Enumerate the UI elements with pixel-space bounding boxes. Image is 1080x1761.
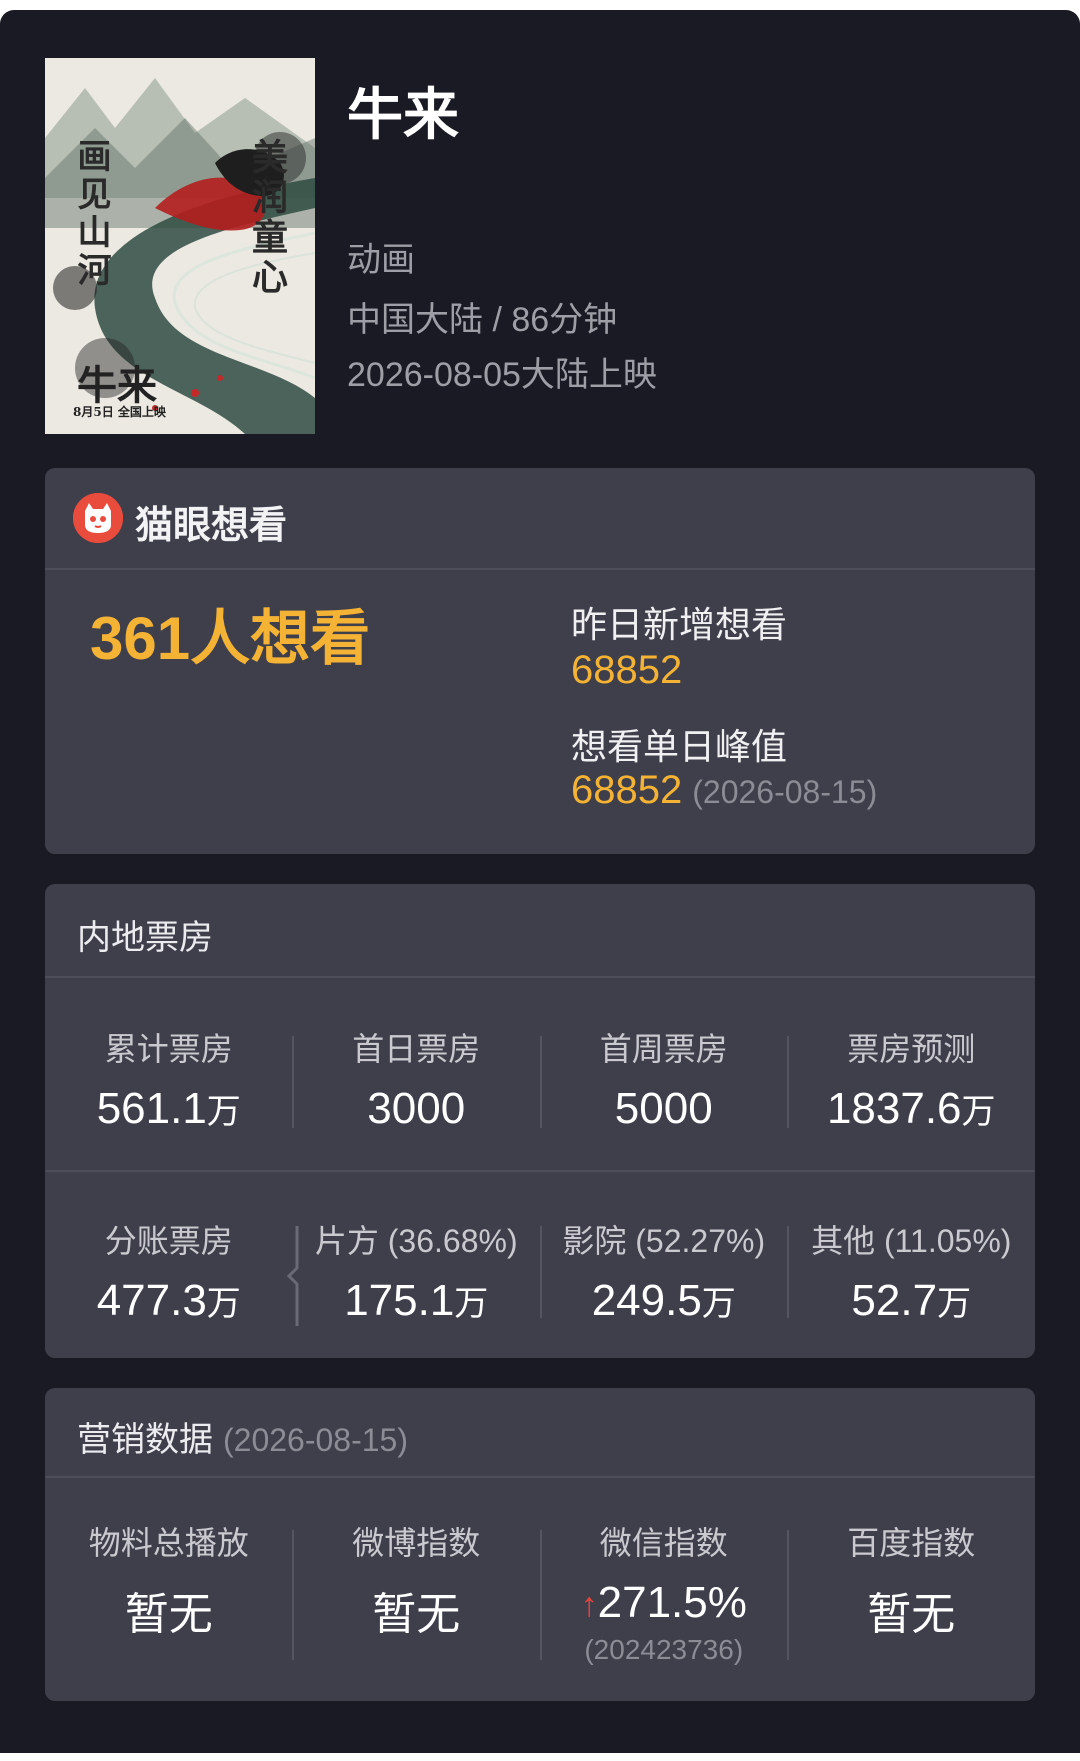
movie-genre: 动画 (347, 241, 415, 279)
peak-want-label: 想看单日峰值 (571, 726, 788, 767)
stat-sub: (202423736) (584, 1634, 744, 1665)
stat-first-week[interactable]: 首周票房 5000 (540, 1024, 788, 1134)
marketing-header: 营销数据 (2026-08-15) (45, 1388, 1035, 1478)
divider (292, 1530, 294, 1660)
divider (45, 1170, 1035, 1172)
stat-value: 249.5万 (591, 1276, 736, 1325)
split-brace-icon (286, 1226, 299, 1326)
divider (540, 1036, 542, 1128)
stat-label: 微信指数 (599, 1525, 728, 1561)
want-total: 361人想看 (90, 605, 371, 672)
poster-date: 8月5日 全国上映 (73, 405, 166, 419)
stat-label: 影院 (52.27%) (562, 1223, 766, 1259)
stat-producer[interactable]: 片方 (36.68%) 175.1万 (293, 1216, 541, 1326)
poster-right-slogan: 美润童心 (246, 138, 288, 298)
stat-value: 175.1万 (344, 1276, 489, 1325)
trend-up-icon: ↑ (580, 1585, 598, 1624)
divider (787, 1530, 789, 1660)
stat-weibo-index[interactable]: 微博指数 暂无 (293, 1518, 541, 1666)
stat-value: 暂无 (867, 1590, 956, 1639)
stat-label: 首日票房 (352, 1031, 481, 1067)
stat-label: 首周票房 (599, 1031, 728, 1067)
movie-release-date: 2026-08-05大陆上映 (347, 356, 657, 394)
stat-value: 3000 (367, 1084, 466, 1133)
stat-label: 票房预测 (847, 1031, 976, 1067)
movie-region-duration: 中国大陆 / 86分钟 (347, 301, 618, 339)
stat-value: 477.3万 (96, 1276, 241, 1325)
stat-cinema[interactable]: 影院 (52.27%) 249.5万 (540, 1216, 788, 1326)
divider (292, 1036, 294, 1128)
movie-poster[interactable]: 画见山河 美润童心 牛来 8月5日 全国上映 (45, 58, 315, 434)
marketing-card[interactable]: 营销数据 (2026-08-15) 物料总播放 暂无 微博指数 暂无 微信指数 ↑… (45, 1388, 1035, 1701)
peak-want-row: 68852 (2026-08-15) (571, 768, 877, 813)
stat-first-day[interactable]: 首日票房 3000 (293, 1024, 541, 1134)
divider (540, 1226, 542, 1318)
maoyan-brand-label: 猫眼想看 (135, 505, 288, 547)
stat-cumulative[interactable]: 累计票房 561.1万 (45, 1024, 293, 1134)
movie-title: 牛来 (347, 83, 459, 146)
movie-detail-page: 画见山河 美润童心 牛来 8月5日 全国上映 牛来 动画 中国大陆 / 86分钟… (0, 10, 1080, 1753)
box-office-header: 内地票房 (45, 884, 1035, 978)
want-to-see-card[interactable]: 猫眼想看 361人想看 昨日新增想看 68852 想看单日峰值 68852 (20… (45, 468, 1035, 854)
stat-wechat-index[interactable]: 微信指数 ↑271.5% (202423736) (540, 1518, 788, 1666)
stat-label: 百度指数 (847, 1525, 976, 1561)
stat-label: 累计票房 (104, 1031, 233, 1067)
stat-value: 561.1万 (96, 1084, 241, 1133)
stat-material-plays[interactable]: 物料总播放 暂无 (45, 1518, 293, 1666)
want-card-header: 猫眼想看 (45, 468, 1035, 570)
divider (787, 1226, 789, 1318)
box-office-title: 内地票房 (77, 919, 213, 957)
stat-value: 1837.6万 (826, 1084, 996, 1133)
stat-label: 微博指数 (352, 1525, 481, 1561)
stat-value: 暂无 (124, 1590, 213, 1639)
stat-baidu-index[interactable]: 百度指数 暂无 (788, 1518, 1036, 1666)
peak-want-value: 68852 (571, 768, 683, 812)
box-office-card[interactable]: 内地票房 累计票房 561.1万 首日票房 3000 首周票房 5000 票房预… (45, 884, 1035, 1358)
stat-forecast[interactable]: 票房预测 1837.6万 (788, 1024, 1036, 1134)
stat-value: 5000 (614, 1084, 713, 1133)
marketing-date: (2026-08-15) (223, 1422, 408, 1458)
divider (787, 1036, 789, 1128)
stat-value: 暂无 (372, 1590, 461, 1639)
stat-value: ↑271.5% (580, 1578, 747, 1627)
divider (540, 1530, 542, 1660)
stat-label: 分账票房 (104, 1223, 233, 1259)
poster-left-slogan: 画见山河 (71, 138, 111, 290)
stat-value: 52.7万 (851, 1276, 972, 1325)
stat-label: 片方 (36.68%) (314, 1223, 518, 1259)
yesterday-want-value: 68852 (571, 648, 683, 692)
stat-other[interactable]: 其他 (11.05%) 52.7万 (788, 1216, 1036, 1326)
stat-split[interactable]: 分账票房 477.3万 (45, 1216, 293, 1326)
stat-label: 其他 (11.05%) (811, 1223, 1012, 1259)
stat-label: 物料总播放 (88, 1525, 249, 1561)
peak-want-date: (2026-08-15) (692, 774, 878, 810)
marketing-title: 营销数据 (2026-08-15) (77, 1421, 408, 1459)
yesterday-want-label: 昨日新增想看 (571, 604, 788, 645)
maoyan-cat-icon (73, 493, 123, 543)
